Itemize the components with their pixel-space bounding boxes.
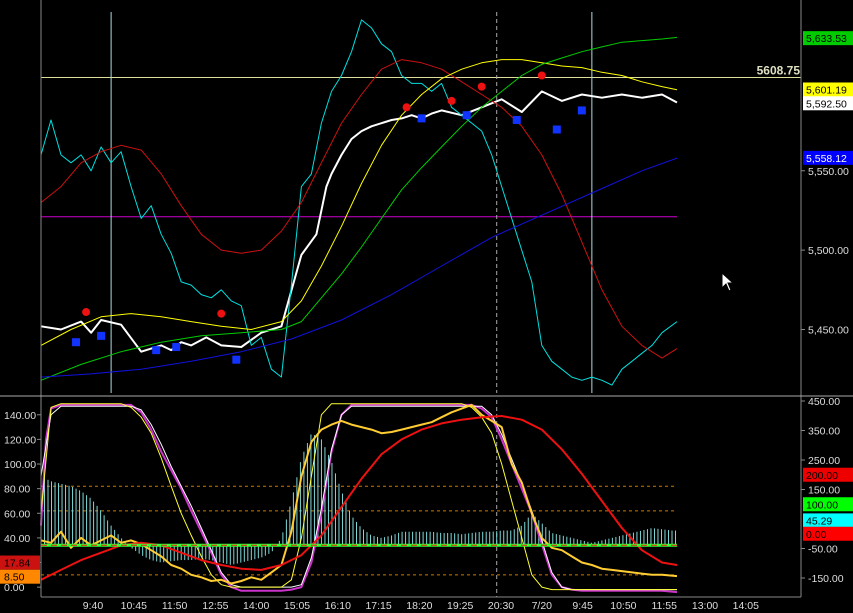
signal-marker-blue [512,115,521,124]
x-tick-label: 11:50 [162,600,188,612]
osc-right-badge-label: 45.29 [806,515,832,527]
level-label: 5608.75 [757,63,801,77]
osc-left-tick-label: 120.00 [4,434,36,446]
osc-right-tick-label: 150.00 [808,485,840,497]
osc-left-tick-label: 80.00 [4,484,30,496]
x-tick-label: 17:15 [365,600,391,612]
signal-marker-red [447,96,456,105]
osc-right-tick-label: 450.00 [808,396,840,408]
osc-right-badge-label: 200.00 [806,470,838,482]
chart-canvas: 9:40 10:45 11:50 12:55 14:00 15:05 16:10 17:15 1… [0,0,853,613]
chart-background [0,0,853,613]
x-tick-label: 15:05 [284,600,310,612]
price-badge-label: 5,601.19 [806,84,847,96]
signal-marker-blue [577,106,586,115]
x-tick-label: 18:20 [406,600,432,612]
signal-marker-blue [462,111,471,120]
signal-marker-red [217,309,226,318]
mouse-pointer-icon [721,272,735,292]
osc-left-tick-label: 140.00 [4,410,36,422]
price-badge-label: 5,633.53 [806,33,847,45]
osc-left-tick-label: 40.00 [4,533,30,545]
price-right-tick-label: 5,500.00 [808,245,849,257]
signal-marker-blue [152,346,161,355]
signal-marker-red [82,308,91,317]
signal-marker-blue [417,114,426,123]
osc-right-tick-label: -50.00 [808,544,838,556]
x-tick-label: 10:45 [121,600,147,612]
x-tick-label: 9:40 [83,600,104,612]
osc-left-badge-label: 17.84 [4,558,30,570]
x-tick-label: 20:30 [488,600,514,612]
x-tick-label: 11:55 [651,600,677,612]
signal-marker-red [537,71,546,80]
osc-left-badge-label: 8.50 [4,572,25,584]
osc-right-tick-label: 250.00 [808,455,840,467]
signal-marker-blue [232,355,241,364]
x-tick-label: 14:05 [733,600,759,612]
osc-right-tick-label: -150.00 [808,573,844,585]
osc-left-tick-label: 0.00 [4,582,25,594]
x-tick-label: 7/20 [532,600,553,612]
signal-marker-red [477,82,486,91]
osc-right-tick-label: 350.00 [808,426,840,438]
x-tick-label: 9:45 [572,600,593,612]
price-right-tick-label: 5,550.00 [808,166,849,178]
osc-left-tick-label: 100.00 [4,459,36,471]
signal-marker-blue [97,331,106,340]
signal-marker-blue [552,125,561,134]
price-badge-label: 5,592.50 [806,98,847,110]
x-tick-label: 16:10 [325,600,351,612]
signal-marker-blue [72,338,81,347]
osc-left-tick-label: 60.00 [4,508,30,520]
signal-marker-red [402,103,411,112]
osc-right-badge-label: 0.00 [806,529,827,541]
osc-right-badge-label: 100.00 [806,499,838,511]
signal-marker-blue [172,342,181,351]
x-tick-label: 14:00 [243,600,269,612]
x-tick-label: 13:00 [692,600,718,612]
x-tick-label: 10:50 [610,600,636,612]
price-badge-label: 5,558.12 [806,153,847,165]
x-tick-label: 19:25 [447,600,473,612]
price-right-tick-label: 5,450.00 [808,325,849,337]
x-tick-label: 12:55 [202,600,228,612]
